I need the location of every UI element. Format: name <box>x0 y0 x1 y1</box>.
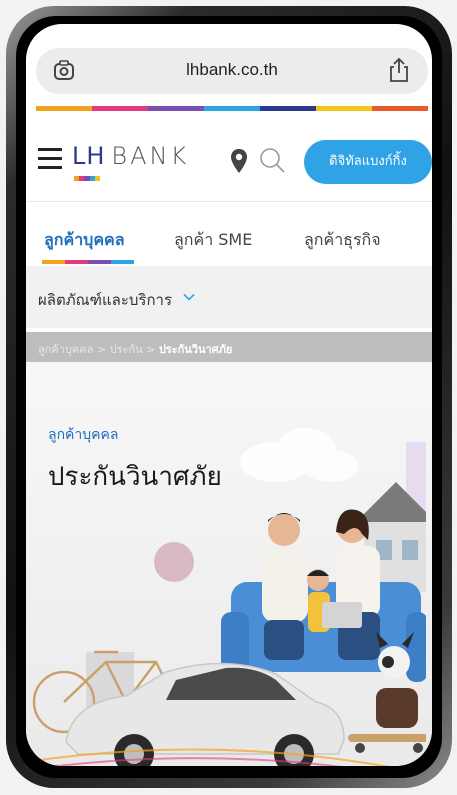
customer-tabs: ลูกค้าบุคคล ลูกค้า SME ลูกค้าธุรกิจ <box>26 204 432 266</box>
stripe-segment <box>260 106 316 111</box>
lh-bank-logo[interactable]: LH BANK <box>72 142 189 182</box>
hero-banner: ลูกค้าบุคคล ประกันวินาศภัย <box>26 362 432 766</box>
products-services-menu[interactable]: ผลิตภัณฑ์และบริการ <box>26 266 432 328</box>
breadcrumb-current: ประกันวินาศภัย <box>158 343 233 356</box>
search-icon[interactable] <box>258 146 286 174</box>
site-header: LH BANK ดิจิทัลแบงก์กิ้ง <box>26 112 432 202</box>
logo-lh-text: LH <box>72 142 106 170</box>
active-tab-indicator <box>42 260 134 264</box>
breadcrumb-item-personal[interactable]: ลูกค้าบุคคล <box>38 343 93 356</box>
breadcrumb-separator: > <box>96 343 107 356</box>
brand-color-stripe <box>36 106 428 111</box>
share-icon[interactable] <box>388 57 410 83</box>
logo-color-bar <box>74 176 101 181</box>
breadcrumb-item-insurance[interactable]: ประกัน <box>110 343 143 356</box>
products-menu-label: ผลิตภัณฑ์และบริการ <box>38 291 173 309</box>
hero-title: ประกันวินาศภัย <box>48 462 222 492</box>
stripe-segment <box>92 106 148 111</box>
menu-icon[interactable] <box>38 148 62 170</box>
phone-bezel: lhbank.co.th LH BANK ดิจิทัลแบงก์กิ้ง ลู… <box>16 16 442 778</box>
phone-frame: lhbank.co.th LH BANK ดิจิทัลแบงก์กิ้ง ลู… <box>6 6 452 788</box>
browser-screen: lhbank.co.th LH BANK ดิจิทัลแบงก์กิ้ง ลู… <box>26 24 432 766</box>
chevron-down-icon <box>183 293 195 301</box>
hero-eyebrow: ลูกค้าบุคคล <box>48 427 119 443</box>
digital-banking-button[interactable]: ดิจิทัลแบงก์กิ้ง <box>304 140 432 184</box>
breadcrumb-separator: > <box>146 343 156 356</box>
stripe-segment <box>204 106 260 111</box>
stripe-segment <box>36 106 92 111</box>
breadcrumb: ลูกค้าบุคคล > ประกัน > ประกันวินาศภัย <box>26 332 432 362</box>
tab-sme[interactable]: ลูกค้า SME <box>174 228 252 253</box>
tab-business[interactable]: ลูกค้าธุรกิจ <box>304 228 381 253</box>
url-text[interactable]: lhbank.co.th <box>36 60 428 80</box>
stripe-segment <box>148 106 204 111</box>
address-bar[interactable]: lhbank.co.th <box>36 48 428 94</box>
logo-bank-text: BANK <box>111 142 190 170</box>
hero-illustration <box>26 428 426 766</box>
tab-personal[interactable]: ลูกค้าบุคคล <box>44 228 125 253</box>
stripe-segment <box>316 106 372 111</box>
location-pin-icon[interactable] <box>230 148 248 174</box>
stripe-segment <box>372 106 428 111</box>
